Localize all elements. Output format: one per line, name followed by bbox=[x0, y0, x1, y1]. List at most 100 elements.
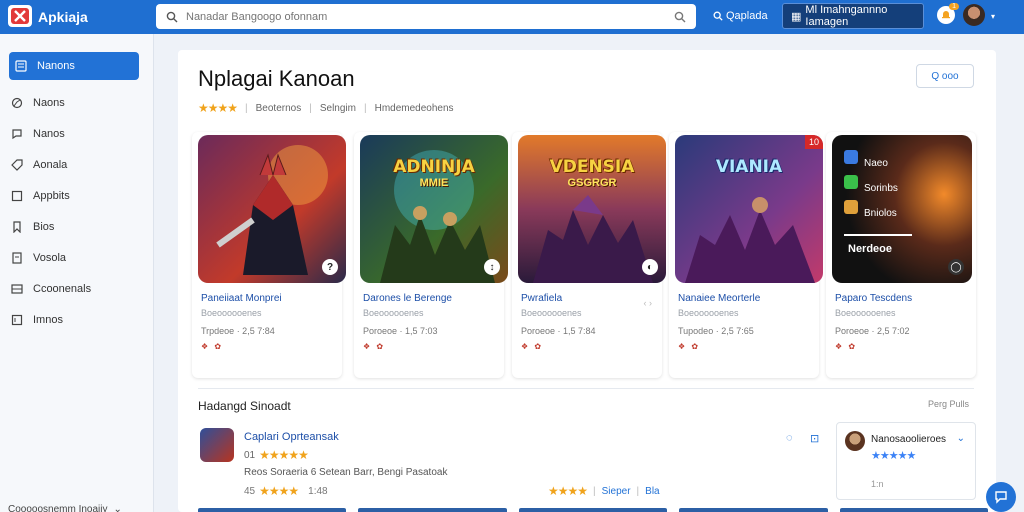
expand-icon[interactable]: ↕ bbox=[484, 259, 500, 275]
rating-stars: ★★★★ bbox=[198, 101, 238, 115]
game-art[interactable]: ADNINJA MMIE ↕ bbox=[360, 135, 508, 283]
search-submit-icon[interactable] bbox=[674, 11, 686, 23]
meta-link[interactable]: Bla bbox=[645, 486, 659, 497]
avatar[interactable] bbox=[845, 431, 865, 451]
app-meta: ★★★★ | Sieper | Bla bbox=[548, 484, 660, 498]
sidebar-item-label: Bios bbox=[33, 221, 55, 233]
list-item[interactable]: Caplari Oprteansak 01 ★★★★★ Reos Soraeri… bbox=[198, 428, 818, 498]
see-more-link[interactable]: Perg Pulls bbox=[928, 399, 969, 409]
search-bar[interactable] bbox=[156, 4, 696, 29]
meta-item[interactable]: Beoternos bbox=[256, 103, 302, 114]
card-title[interactable]: Nanaiee Meorterle bbox=[678, 293, 760, 304]
chevron-down-icon: ⌄ bbox=[113, 504, 122, 512]
bell-icon bbox=[942, 11, 950, 19]
chat-fab-button[interactable] bbox=[986, 482, 1016, 512]
sidebar-footer[interactable]: Cooooosnemm Inoaiiy ⌄ bbox=[8, 504, 122, 512]
chat-icon bbox=[995, 491, 1007, 504]
doc-icon bbox=[12, 252, 22, 264]
bookmark-icon bbox=[13, 221, 21, 233]
sidebar-item-nanons[interactable]: Nanons bbox=[9, 52, 139, 80]
rating-stars: ★★★★★ bbox=[259, 448, 309, 462]
card-meta: Poroeoe · 1,5 7:03 bbox=[363, 326, 438, 336]
rating-stars: ★★★★★ bbox=[871, 450, 916, 462]
sidebar-item-aonala[interactable]: Aonala bbox=[9, 151, 139, 179]
game-card[interactable]: Naeo Sorinbs Bniolos Nerdeoe ◯ Paparo Te… bbox=[826, 132, 976, 378]
sidebar-item-naons[interactable]: Naons bbox=[9, 89, 139, 117]
game-art[interactable]: Naeo Sorinbs Bniolos Nerdeoe ◯ bbox=[832, 135, 972, 283]
top-action-label: Ml Imahngannno Iamagen bbox=[805, 4, 888, 28]
card-subtitle: Boeoooooenes bbox=[521, 308, 582, 318]
top-action-button[interactable]: ▦ Ml Imahngannno Iamagen bbox=[782, 3, 924, 29]
rating-suffix: 1:48 bbox=[308, 485, 328, 497]
rating-stars: ★★★★ bbox=[548, 484, 588, 498]
game-card[interactable]: VIANIA 10 Nanaiee Meorterle Boeoooooenes… bbox=[669, 132, 823, 378]
meta-item[interactable]: Hmdemedeohens bbox=[375, 103, 454, 114]
notification-badge: 1 bbox=[949, 3, 959, 10]
top-search-link[interactable]: Qaplada bbox=[713, 10, 768, 22]
card-subtitle: Boeoooooenes bbox=[835, 308, 896, 318]
chevron-down-icon[interactable]: ⌄ bbox=[957, 433, 965, 444]
sidebar-item-vosola[interactable]: Vosola bbox=[9, 244, 139, 272]
info-icon[interactable]: ? bbox=[322, 259, 338, 275]
card-title[interactable]: Darones le Berenge bbox=[363, 293, 452, 304]
chat-icon bbox=[12, 129, 22, 140]
game-art-subtitle: GSGRGR bbox=[567, 177, 617, 189]
card-title[interactable]: Pwrafiela bbox=[521, 293, 562, 304]
sidebar-item-label: Aonala bbox=[33, 159, 68, 171]
game-art[interactable]: VDENSIA GSGRGR ◐ bbox=[518, 135, 666, 283]
game-card[interactable]: ? Paneiiaat Monprei Boeoooooenes Trpdeoe… bbox=[192, 132, 346, 378]
game-card[interactable]: VDENSIA GSGRGR ◐ Pwrafiela ‹ › Boeoooooe… bbox=[512, 132, 666, 378]
page-meta: ★★★★ | Beoternos | Selngim | Hmdemedeohe… bbox=[198, 101, 454, 115]
card-title[interactable]: Paparo Tescdens bbox=[835, 293, 912, 304]
search-input[interactable] bbox=[186, 10, 674, 23]
share-icon[interactable]: ‹ › bbox=[644, 298, 653, 308]
card-title[interactable]: Paneiiaat Monprei bbox=[201, 293, 282, 304]
game-art-title: ADNINJA bbox=[393, 157, 475, 177]
sidebar-item-ccoonenals[interactable]: Ccoonenals bbox=[9, 275, 139, 303]
app-icon[interactable] bbox=[200, 428, 234, 462]
sidebar-item-label: Appbits bbox=[33, 190, 70, 202]
meta-link[interactable]: Sieper bbox=[602, 486, 631, 497]
sidebar-item-bios[interactable]: Bios bbox=[9, 213, 139, 241]
reviewer-footnote: 1:n bbox=[871, 479, 884, 489]
chat-icon[interactable]: ◌ bbox=[786, 432, 800, 446]
edit-icon[interactable]: ⊡ bbox=[810, 432, 824, 446]
top-search-link-label: Qaplada bbox=[726, 10, 768, 22]
section-title: Hadangd Sinoadt bbox=[198, 399, 291, 413]
sidebar: Nanons Naons Nanos Aonala Appbits Bios V… bbox=[0, 34, 154, 512]
sidebar-item-appbits[interactable]: Appbits bbox=[9, 182, 139, 210]
card-subtitle: Boeoooooenes bbox=[201, 308, 262, 318]
chevron-down-icon[interactable]: ▾ bbox=[991, 12, 995, 21]
grid-icon bbox=[11, 284, 23, 294]
reviewer-name[interactable]: Nanosaoolieroes bbox=[871, 434, 946, 445]
avatar[interactable] bbox=[963, 4, 985, 26]
notification-button[interactable]: 1 bbox=[937, 3, 959, 24]
box-icon bbox=[11, 314, 23, 326]
rating-stars: ★★★★ bbox=[259, 484, 299, 498]
globe-icon[interactable]: ◐ bbox=[642, 259, 658, 275]
tag-icon bbox=[11, 159, 23, 171]
top-bar: Apkiaja Qaplada ▦ Ml Imahngannno Iamagen… bbox=[0, 0, 1024, 34]
meta-item[interactable]: Selngim bbox=[320, 103, 356, 114]
app-title[interactable]: Caplari Oprteansak bbox=[244, 431, 339, 443]
settings-icon[interactable]: ◯ bbox=[948, 259, 964, 275]
sidebar-item-imnos[interactable]: Imnos bbox=[9, 306, 139, 334]
reviewer-card[interactable]: Nanosaoolieroes ⌄ ★★★★★ 1:n bbox=[836, 422, 976, 500]
art-menu-item: Nerdeoe bbox=[848, 243, 893, 255]
row-actions: ◌ ⊡ bbox=[786, 432, 824, 446]
card-tags: ❖ ✿ bbox=[678, 342, 701, 351]
app-logo-icon[interactable] bbox=[8, 5, 32, 27]
sidebar-item-label: Vosola bbox=[33, 252, 67, 264]
game-art-menu: Naeo Sorinbs Bniolos bbox=[864, 151, 898, 226]
app-description: Reos Soraeria 6 Setean Barr, Bengi Pasat… bbox=[244, 467, 448, 478]
search-link-icon bbox=[713, 11, 723, 21]
game-art[interactable]: VIANIA 10 bbox=[675, 135, 823, 283]
card-tags: ❖ ✿ bbox=[201, 342, 224, 351]
sidebar-item-label: Naons bbox=[33, 97, 65, 109]
sidebar-item-nanos[interactable]: Nanos bbox=[9, 120, 139, 148]
game-art-title: VDENSIA bbox=[549, 157, 635, 177]
game-art[interactable]: ? bbox=[198, 135, 346, 283]
card-meta: Trpdeoe · 2,5 7:84 bbox=[201, 326, 275, 336]
follow-button[interactable]: Q ooo bbox=[916, 64, 974, 88]
game-card[interactable]: ADNINJA MMIE ↕ Darones le Berenge Boeooo… bbox=[354, 132, 508, 378]
